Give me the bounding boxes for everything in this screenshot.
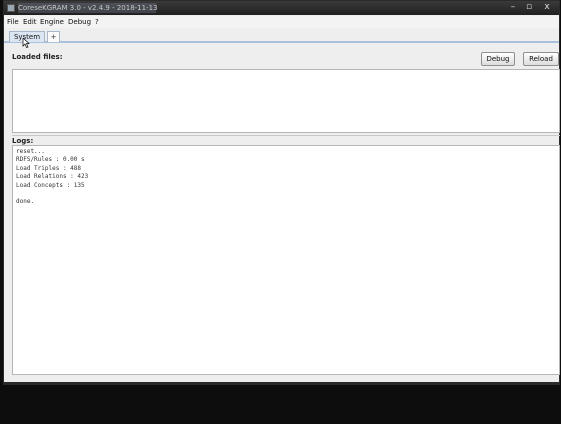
log-line: Load Relations : 423 [16, 173, 89, 181]
main-window: CoreseKGRAM 3.0 - v2.4.9 - 2018-11-13 – … [3, 0, 560, 383]
minimize-icon[interactable]: – [506, 2, 520, 13]
menu-help[interactable]: ? [95, 16, 99, 28]
menu-engine[interactable]: Engine [40, 16, 64, 28]
log-line: done. [16, 198, 35, 206]
log-line: RDFS/Rules : 0.00 s [16, 156, 85, 164]
menu-bar: File Edit Engine Debug ? [4, 16, 559, 28]
window-title: CoreseKGRAM 3.0 - v2.4.9 - 2018-11-13 [18, 4, 158, 12]
tab-add[interactable]: + [47, 31, 60, 42]
window-bottom-edge [3, 383, 560, 385]
tab-bar: System + [4, 28, 559, 43]
log-line: Load Concepts : 135 [16, 181, 85, 189]
log-line: Load Triples : 488 [16, 164, 82, 172]
log-line: reset... [16, 148, 45, 155]
title-bar[interactable]: CoreseKGRAM 3.0 - v2.4.9 - 2018-11-13 – … [4, 1, 559, 15]
menu-debug[interactable]: Debug [68, 16, 91, 28]
logs-textarea[interactable]: reset... RDFS/Rules : 0.00 s Load Triple… [12, 145, 560, 375]
menu-edit[interactable]: Edit [23, 16, 37, 28]
panel-divider[interactable] [12, 135, 560, 136]
debug-button[interactable]: Debug [481, 52, 515, 66]
reload-button[interactable]: Reload [523, 52, 559, 66]
loaded-files-label: Loaded files: [12, 53, 63, 61]
maximize-icon[interactable]: ▫ [522, 2, 536, 13]
logs-label: Logs: [12, 137, 34, 145]
mouse-pointer-icon [22, 38, 30, 48]
app-icon [7, 4, 15, 12]
close-icon[interactable]: x [539, 2, 555, 13]
loaded-files-list[interactable] [12, 69, 560, 133]
menu-file[interactable]: File [7, 16, 19, 28]
